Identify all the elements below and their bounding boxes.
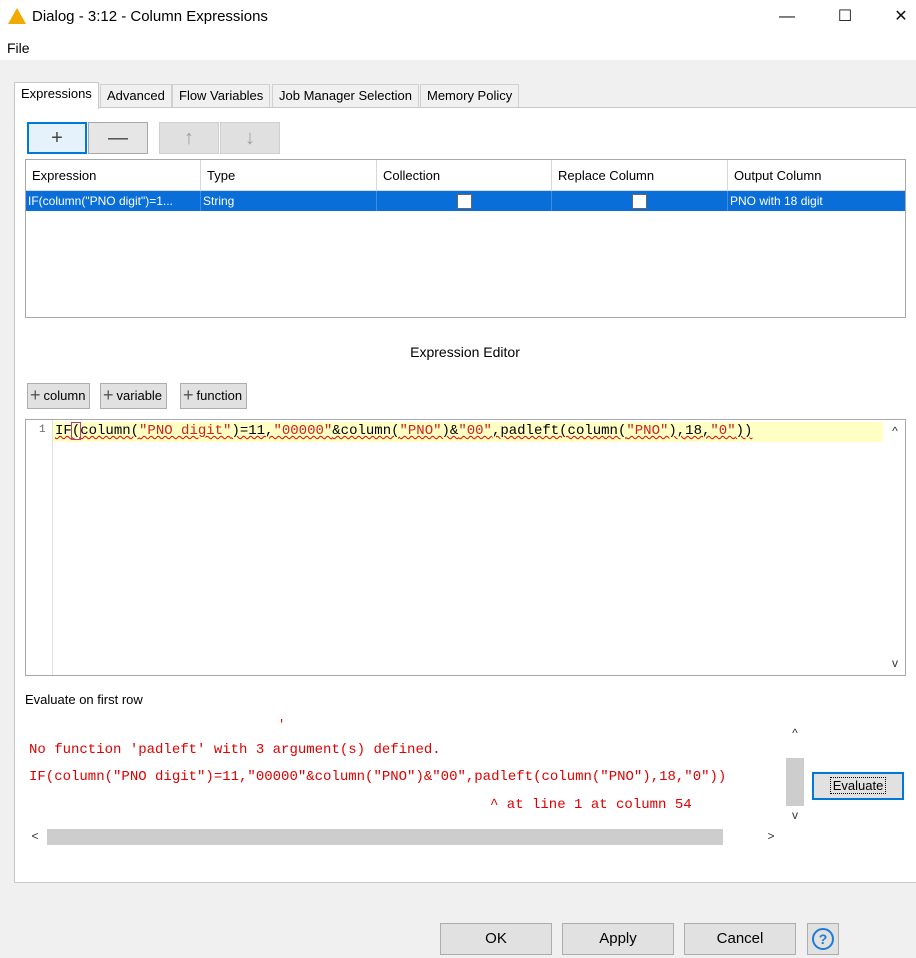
code-token: &column( bbox=[332, 423, 400, 439]
current-line[interactable]: IF(column("PNO digit")=11,"00000"&column… bbox=[53, 422, 883, 442]
tab-job-manager-selection[interactable]: Job Manager Selection bbox=[272, 84, 419, 107]
plus-icon: + bbox=[30, 385, 41, 405]
add-variable-button[interactable]: + variable bbox=[100, 383, 168, 409]
evaluate-label: Evaluate on first row bbox=[25, 692, 143, 707]
close-button[interactable]: ✕ bbox=[878, 4, 916, 30]
evaluate-button-label: Evaluate bbox=[829, 777, 887, 794]
code-token: "PNO digit" bbox=[139, 423, 232, 439]
code-token: )& bbox=[441, 423, 459, 439]
warning-icon bbox=[8, 8, 26, 24]
column-header-replace-column[interactable]: Replace Column bbox=[552, 160, 728, 191]
add-expression-button[interactable]: + bbox=[27, 122, 87, 154]
code-token: IF bbox=[55, 423, 72, 439]
error-location: ^ at line 1 at column 54 bbox=[490, 797, 692, 813]
cell-collection[interactable] bbox=[377, 191, 552, 211]
scroll-down-icon[interactable]: v bbox=[885, 656, 905, 670]
cell-output-column[interactable]: PNO with 18 digit bbox=[728, 191, 905, 211]
column-header-output-column[interactable]: Output Column bbox=[728, 160, 905, 191]
error-message: No function 'padleft' with 3 argument(s)… bbox=[29, 742, 441, 758]
cancel-button[interactable]: Cancel bbox=[684, 923, 796, 955]
code-token: ),18, bbox=[668, 423, 711, 439]
scroll-up-icon[interactable]: ^ bbox=[885, 424, 905, 438]
code-token: "00000" bbox=[273, 423, 333, 439]
ok-button[interactable]: OK bbox=[440, 923, 552, 955]
add-column-label: column bbox=[43, 388, 86, 403]
expression-editor-title: Expression Editor bbox=[410, 344, 520, 360]
column-header-collection[interactable]: Collection bbox=[377, 160, 552, 191]
tab-memory-policy[interactable]: Memory Policy bbox=[420, 84, 520, 107]
expression-code[interactable]: IF(column("PNO digit")=11,"00000"&column… bbox=[55, 422, 753, 440]
scroll-thumb[interactable] bbox=[786, 758, 804, 806]
scroll-up-icon[interactable]: ^ bbox=[785, 726, 805, 740]
plus-icon: + bbox=[183, 385, 194, 405]
tab-expressions[interactable]: Expressions bbox=[14, 82, 99, 109]
line-number: 1 bbox=[39, 424, 46, 436]
code-token: column( bbox=[80, 423, 140, 439]
scroll-right-icon[interactable]: > bbox=[763, 829, 779, 843]
plus-icon: + bbox=[103, 385, 114, 405]
expressions-table: Expression Type Collection Replace Colum… bbox=[25, 159, 906, 318]
code-token: ,padleft(column( bbox=[491, 423, 627, 439]
apply-button[interactable]: Apply bbox=[562, 923, 674, 955]
evaluate-button[interactable]: Evaluate bbox=[812, 772, 904, 800]
cell-expression[interactable]: IF(column("PNO digit")=1... bbox=[26, 191, 201, 211]
column-header-expression[interactable]: Expression bbox=[26, 160, 201, 191]
tab-flow-variables[interactable]: Flow Variables bbox=[172, 84, 271, 107]
line-gutter: 1 bbox=[26, 420, 53, 675]
add-function-button[interactable]: + function bbox=[180, 383, 248, 409]
scroll-left-icon[interactable]: < bbox=[27, 829, 43, 843]
window-title: Dialog - 3:12 - Column Expressions bbox=[32, 8, 268, 25]
code-editor[interactable]: 1 IF(column("PNO digit")=11,"00000"&colu… bbox=[25, 419, 906, 676]
code-token: "PNO" bbox=[626, 423, 669, 439]
remove-expression-button[interactable]: — bbox=[88, 122, 148, 154]
tab-advanced[interactable]: Advanced bbox=[100, 84, 172, 107]
output-tick: ' bbox=[278, 718, 286, 732]
move-up-button[interactable]: ↑ bbox=[159, 122, 219, 154]
scroll-thumb[interactable] bbox=[47, 829, 723, 845]
menu-file[interactable]: File bbox=[7, 40, 30, 56]
replace-column-checkbox[interactable] bbox=[632, 194, 647, 209]
scroll-down-icon[interactable]: v bbox=[785, 808, 805, 822]
collection-checkbox[interactable] bbox=[457, 194, 472, 209]
minimize-button[interactable]: — bbox=[764, 4, 810, 30]
table-row[interactable]: IF(column("PNO digit")=1... String PNO w… bbox=[26, 191, 905, 211]
code-token: "PNO" bbox=[399, 423, 442, 439]
help-icon: ? bbox=[812, 928, 834, 950]
error-expression: IF(column("PNO digit")=11,"00000"&column… bbox=[29, 769, 727, 785]
add-variable-label: variable bbox=[116, 388, 163, 403]
output-horizontal-scrollbar[interactable]: < > bbox=[25, 826, 785, 848]
maximize-button[interactable]: ☐ bbox=[822, 4, 868, 30]
add-column-button[interactable]: + column bbox=[27, 383, 91, 409]
move-down-button[interactable]: ↓ bbox=[220, 122, 280, 154]
add-function-label: function bbox=[196, 388, 243, 403]
code-token: "0" bbox=[710, 423, 736, 439]
column-header-type[interactable]: Type bbox=[201, 160, 377, 191]
help-button[interactable]: ? bbox=[807, 923, 839, 955]
code-token: )=11, bbox=[231, 423, 274, 439]
menu-bar bbox=[0, 34, 916, 60]
code-token: ( bbox=[70, 422, 82, 440]
code-token: "00" bbox=[458, 423, 492, 439]
output-vertical-scrollbar[interactable]: ^ v bbox=[785, 722, 805, 826]
code-token: )) bbox=[735, 423, 753, 439]
cell-type[interactable]: String bbox=[201, 191, 377, 211]
editor-vertical-scrollbar[interactable]: ^ v bbox=[885, 420, 905, 675]
cell-replace-column[interactable] bbox=[552, 191, 728, 211]
evaluation-output: ' No function 'padleft' with 3 argument(… bbox=[25, 718, 805, 826]
